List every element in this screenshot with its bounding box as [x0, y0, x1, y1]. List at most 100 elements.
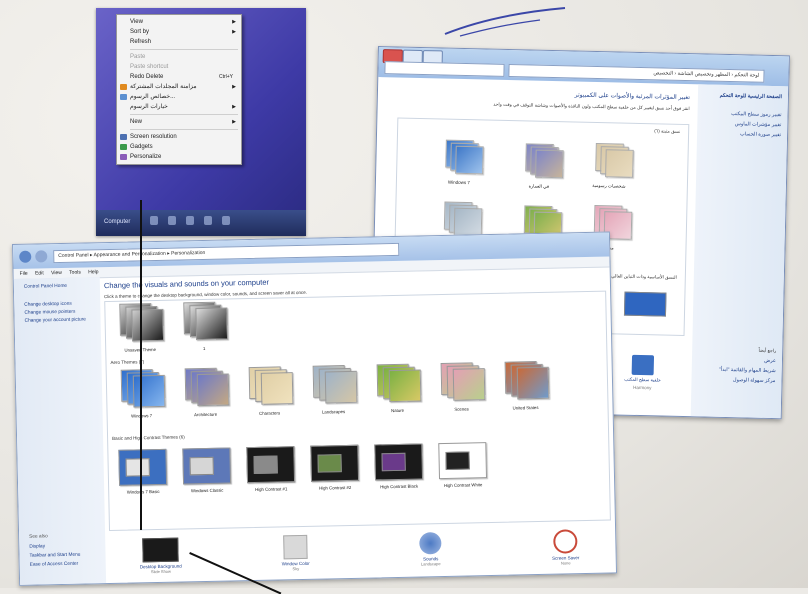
menu-separator: [130, 114, 238, 115]
theme-thumbnail[interactable]: Windows 7 Basic: [112, 445, 173, 498]
sidebar-link[interactable]: تغيير صورة الحساب: [740, 131, 781, 138]
menu-item-label: View: [130, 19, 143, 25]
setting-value: Harmony: [633, 384, 652, 391]
forward-button[interactable]: [35, 250, 48, 263]
address-bar[interactable]: Control Panel ▸ Appearance and Personali…: [53, 242, 400, 264]
search-input[interactable]: [384, 61, 505, 77]
theme-thumbnail[interactable]: شخصيات رسومية: [587, 142, 634, 189]
bottom-setting-button[interactable]: خلفية سطح المكتب Harmony: [617, 354, 668, 392]
theme-thumbnail[interactable]: Characters: [239, 366, 300, 419]
theme-card-image: [388, 369, 422, 403]
theme-thumbnail[interactable]: Windows 7: [437, 139, 484, 185]
section-label: النسق الأساسية وذات التباين العالي (٦): [605, 273, 677, 280]
theme-thumbnail[interactable]: High Contrast #2: [304, 441, 365, 494]
context-menu-item[interactable]: Paste shortcut: [117, 62, 241, 72]
back-button[interactable]: [19, 250, 32, 263]
taskbar-icon[interactable]: [150, 216, 158, 225]
sidebar-link[interactable]: Change your account picture: [25, 317, 86, 323]
taskbar-icon[interactable]: [168, 216, 176, 225]
context-menu-item[interactable]: New ▶: [117, 117, 241, 127]
sidebar-link[interactable]: Change desktop icons: [24, 302, 72, 308]
section-label: نسق مثبتة (٦): [654, 128, 681, 134]
taskbar-icon[interactable]: [204, 216, 212, 225]
bottom-setting-button[interactable]: Screen Saver None: [520, 529, 611, 567]
desktop-context-menu: View ▶ Sort by ▶ Refresh Paste Paste shortcut R…: [116, 14, 242, 165]
menu-help[interactable]: Help: [88, 269, 98, 275]
theme-card-image: [246, 446, 296, 484]
submenu-arrow-icon: ▶: [232, 29, 236, 35]
theme-card-image: [452, 368, 486, 401]
menu-separator: [130, 49, 238, 50]
theme-thumbnail[interactable]: [623, 291, 667, 317]
context-menu-item[interactable]: خيارات الرسوم ▶: [117, 102, 241, 112]
sidebar: الصفحة الرئيسية للوحة التحكم تغيير رموز …: [690, 84, 789, 419]
see-also-label: راجع أيضاً: [758, 347, 777, 354]
setting-icon: [419, 532, 442, 555]
menu-item-icon: [120, 84, 127, 90]
context-menu-item[interactable]: خصائص الرسوم...: [117, 92, 241, 102]
theme-label: Nature: [391, 407, 405, 414]
context-menu-item[interactable]: Screen resolution: [117, 132, 241, 142]
see-also-link[interactable]: شريط المهام والقائمة "ابدأ": [719, 367, 776, 374]
sidebar-link[interactable]: تغيير مؤشرات الماوس: [735, 121, 782, 128]
theme-label: 1: [202, 345, 206, 352]
menu-item-label: خيارات الرسوم: [130, 104, 168, 110]
theme-thumbnail[interactable]: Windows Classic: [176, 443, 237, 496]
context-menu-item[interactable]: Redo Delete Ctrl+Y: [117, 72, 241, 82]
bottom-setting-button[interactable]: Window Color Sky: [250, 534, 341, 572]
menu-item-label: مزامنة المجلدات المشتركة: [130, 84, 197, 90]
see-also-link[interactable]: Taskbar and Start Menu: [29, 553, 80, 559]
theme-thumbnail[interactable]: Architecture: [175, 367, 236, 420]
see-also-link[interactable]: عرض: [764, 358, 776, 364]
menu-file[interactable]: File: [20, 271, 28, 277]
theme-thumbnail[interactable]: في العمارة: [517, 143, 564, 189]
context-menu-item[interactable]: مزامنة المجلدات المشتركة ▶: [117, 82, 241, 92]
theme-label: Architecture: [194, 411, 218, 418]
bottom-setting-button[interactable]: Sounds Landscape: [385, 531, 476, 567]
setting-icon: [283, 534, 308, 560]
taskbar-icon[interactable]: [222, 216, 230, 225]
menu-view[interactable]: View: [51, 270, 62, 276]
theme-thumbnail[interactable]: Landscapes: [303, 365, 364, 418]
theme-thumbnail[interactable]: High Contrast #1: [240, 442, 301, 495]
menu-item-label: Refresh: [130, 39, 152, 45]
theme-thumbnail[interactable]: Nature: [367, 363, 428, 416]
taskbar-icon[interactable]: [186, 216, 194, 225]
bottom-setting-button[interactable]: Desktop Background Slide Show: [115, 537, 206, 575]
theme-label: Windows 7: [447, 179, 470, 186]
theme-card-image: [310, 444, 360, 482]
setting-icon: [142, 537, 179, 563]
menu-item-icon: [120, 144, 127, 150]
theme-thumbnail[interactable]: High Contrast White: [432, 438, 493, 491]
see-also-link[interactable]: Display: [29, 544, 45, 549]
theme-label: شخصيات رسومية: [592, 182, 626, 189]
theme-label: United States: [512, 405, 539, 411]
context-menu-item[interactable]: Gadgets: [117, 142, 241, 152]
see-also-link[interactable]: مركز سهولة الوصول: [733, 377, 776, 384]
context-menu-item[interactable]: Personalize: [117, 152, 241, 162]
sidebar-link[interactable]: تغيير رموز سطح المكتب: [731, 111, 781, 118]
context-menu-item[interactable]: Sort by ▶: [117, 27, 241, 37]
sidebar-home-link[interactable]: Control Panel Home: [24, 284, 67, 290]
menu-edit[interactable]: Edit: [35, 270, 44, 276]
theme-card-image: [453, 207, 483, 237]
submenu-arrow-icon: ▶: [232, 104, 236, 110]
context-menu-item[interactable]: View ▶: [117, 17, 241, 27]
see-also-link[interactable]: Ease of Access Center: [30, 562, 79, 568]
theme-thumbnail[interactable]: 1: [173, 301, 234, 354]
theme-thumbnail[interactable]: United States: [495, 361, 556, 414]
context-menu-item[interactable]: Refresh: [117, 37, 241, 47]
sidebar-link[interactable]: Change mouse pointers: [24, 310, 75, 316]
theme-label: High Contrast #1: [255, 486, 288, 492]
context-menu-item[interactable]: Paste: [117, 52, 241, 62]
menu-item-label: Paste: [130, 54, 146, 60]
setting-value: None: [560, 560, 571, 566]
theme-card-image: [118, 448, 168, 486]
setting-value: Landscape: [420, 561, 441, 567]
setting-icon: [553, 529, 578, 554]
theme-thumbnail[interactable]: Scenes: [431, 362, 492, 415]
menu-tools[interactable]: Tools: [69, 270, 81, 276]
sidebar-home-link[interactable]: الصفحة الرئيسية للوحة التحكم: [720, 93, 782, 100]
theme-thumbnail[interactable]: High Contrast Black: [368, 439, 429, 492]
menu-item-label: Sort by: [130, 29, 150, 35]
